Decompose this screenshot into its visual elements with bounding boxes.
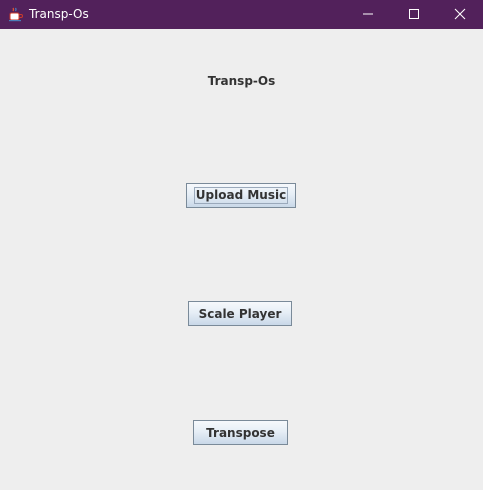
transpose-button[interactable]: Transpose <box>193 420 288 445</box>
minimize-icon <box>362 5 374 24</box>
window-title: Transp-Os <box>29 7 89 21</box>
close-button[interactable] <box>437 0 483 29</box>
close-icon <box>454 5 466 24</box>
maximize-button[interactable] <box>391 0 437 29</box>
minimize-button[interactable] <box>345 0 391 29</box>
transpose-button-label: Transpose <box>206 425 275 440</box>
upload-music-button-label: Upload Music <box>193 187 289 204</box>
main-panel: Transp-Os Upload Music Scale Player Tran… <box>0 29 483 490</box>
app-heading: Transp-Os <box>207 74 276 88</box>
java-cup-icon <box>8 6 24 22</box>
scale-player-button-label: Scale Player <box>198 306 282 321</box>
window-titlebar[interactable]: Transp-Os <box>0 0 483 29</box>
maximize-icon <box>408 5 420 24</box>
scale-player-button[interactable]: Scale Player <box>188 301 292 326</box>
upload-music-button[interactable]: Upload Music <box>186 183 296 208</box>
